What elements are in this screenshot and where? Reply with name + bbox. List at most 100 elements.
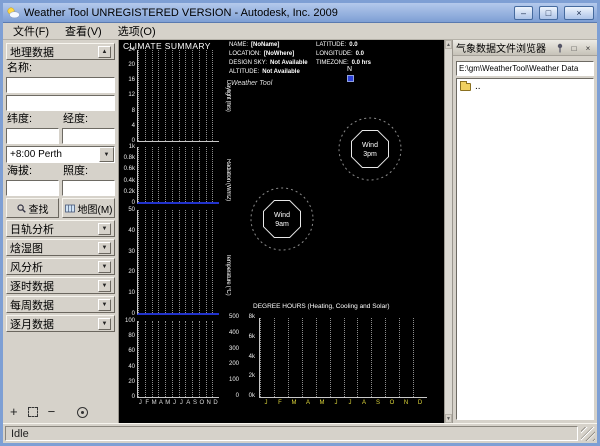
scroll-down-icon[interactable]: ▼ (445, 414, 452, 423)
month-label: S (192, 400, 199, 406)
menu-item[interactable]: 查看(V) (57, 22, 110, 40)
name-input-secondary[interactable] (6, 95, 115, 111)
timezone-value: +8:00 Perth (10, 149, 99, 160)
tick-label: 20 (128, 269, 135, 276)
climate-summary-canvas[interactable]: CLIMATE SUMMARY NAME:[NoName] LOCATION:[… (119, 40, 444, 423)
tick-label: 80 (128, 333, 135, 340)
degree-hours-inner-ticks: 8k6k4k2k0k (241, 314, 255, 400)
tick-label: 0.2k (124, 189, 135, 196)
folder-icon (460, 83, 471, 91)
month-label: J (329, 400, 343, 406)
longitude-input[interactable] (62, 128, 115, 144)
latitude-input[interactable] (6, 128, 59, 144)
coordinates-info: LATITUDE:0.0 LONGITUDE:0.0 TIMEZONE:0.0 … (316, 42, 371, 69)
close-icon[interactable]: × (582, 42, 594, 54)
temperature-axis-title: Temperature (°C) (220, 228, 231, 322)
sidebar-section[interactable]: 逐时数据 ▼ (6, 277, 115, 294)
tick-label: 300 (229, 346, 239, 353)
map-button-label: 地图(M) (78, 201, 113, 216)
sidebar-section[interactable]: 风分析 ▼ (6, 258, 115, 275)
zoom-out-button[interactable]: − (48, 406, 56, 418)
sidebar-section[interactable]: 每周数据 ▼ (6, 296, 115, 313)
tick-label: 4 (132, 123, 135, 130)
temperature-ticks: 50403020100 (119, 207, 135, 318)
daylight-chart (137, 50, 219, 142)
month-label: J (259, 400, 273, 406)
tick-label: 10 (128, 290, 135, 297)
illuminance-input[interactable] (62, 180, 115, 196)
status-bar: Idle (3, 423, 597, 443)
tick-label: 0 (132, 311, 135, 318)
info-row: TIMEZONE:0.0 hrs (316, 60, 371, 69)
wind-octagon (264, 201, 301, 238)
tick-label: 40 (128, 228, 135, 235)
wind-label: Wind (274, 212, 290, 219)
month-label: J (178, 400, 185, 406)
chevron-down-icon[interactable]: ▼ (98, 242, 111, 254)
menu-item[interactable]: 文件(F) (5, 22, 57, 40)
tick-label: 1k (129, 144, 135, 151)
wind-3pm-marker: Wind 3pm (335, 114, 405, 184)
chevron-down-icon[interactable]: ▼ (98, 261, 111, 273)
tick-label: 0k (249, 393, 255, 400)
tick-label: 500 (229, 314, 239, 321)
sidebar-section[interactable]: 焓湿图 ▼ (6, 239, 115, 256)
degree-hours-outer-ticks: 5004003002001000 (223, 314, 239, 400)
section-label: 日轨分析 (10, 221, 98, 237)
maximize-button[interactable]: □ (539, 6, 558, 20)
chevron-up-icon[interactable]: ▲ (98, 46, 111, 58)
section-label: 逐时数据 (10, 278, 98, 294)
sidebar-section[interactable]: 逐月数据 ▼ (6, 315, 115, 332)
find-button-label: 查找 (29, 201, 49, 216)
path-input[interactable] (456, 61, 594, 76)
view-tools: + − (6, 404, 115, 420)
zoom-window-button[interactable] (28, 407, 38, 417)
info-row: NAME:[NoName] (229, 42, 308, 51)
month-label: M (287, 400, 301, 406)
minimize-button[interactable]: – (514, 6, 533, 20)
sidebar-section[interactable]: 日轨分析 ▼ (6, 220, 115, 237)
chevron-down-icon[interactable]: ▼ (98, 318, 111, 330)
tick-label: 24 (128, 47, 135, 54)
find-button[interactable]: 查找 (6, 198, 59, 218)
timezone-select[interactable]: +8:00 Perth ▼ (6, 146, 115, 163)
zoom-in-button[interactable]: + (10, 406, 18, 418)
humidity-chart (137, 321, 219, 398)
file-item[interactable]: .. (458, 80, 592, 93)
restore-icon[interactable]: □ (568, 42, 580, 54)
illuminance-label: 照度: (62, 165, 115, 178)
resize-grip[interactable] (581, 427, 595, 441)
title-bar[interactable]: Weather Tool UNREGISTERED VERSION - Auto… (3, 3, 597, 23)
scrollbar-track[interactable] (445, 49, 452, 414)
pin-icon[interactable] (554, 42, 566, 54)
chevron-down-icon[interactable]: ▼ (98, 299, 111, 311)
geo-data-header[interactable]: 地理数据 ▲ (6, 43, 115, 60)
scroll-up-icon[interactable]: ▲ (445, 40, 452, 49)
vertical-scrollbar[interactable]: ▲ ▼ (444, 40, 452, 423)
chevron-down-icon[interactable]: ▼ (98, 280, 111, 292)
month-label: A (357, 400, 371, 406)
month-label: J (343, 400, 357, 406)
altitude-input[interactable] (6, 180, 59, 196)
file-list[interactable]: .. (456, 78, 594, 420)
tick-label: 2k (249, 373, 255, 380)
chevron-down-icon[interactable]: ▼ (98, 223, 111, 235)
tick-label: 100 (229, 377, 239, 384)
month-label: M (315, 400, 329, 406)
dock-title-bar[interactable]: 气象数据文件浏览器 □ × (453, 40, 597, 56)
tick-label: 0 (132, 200, 135, 207)
month-label: A (301, 400, 315, 406)
info-row: DESIGN SKY:Not Available (229, 60, 308, 69)
wind-9am-marker: Wind 9am (247, 184, 317, 254)
window-title: Weather Tool UNREGISTERED VERSION - Auto… (24, 7, 508, 19)
north-indicator: N (347, 66, 354, 82)
radiation-ticks: 1k0.8k0.6k0.4k0.2k0 (119, 144, 135, 207)
name-input[interactable] (6, 77, 115, 93)
orbit-button[interactable] (77, 407, 88, 418)
close-button[interactable]: × (564, 6, 594, 20)
location-info: NAME:[NoName] LOCATION:[NoWhere] DESIGN … (229, 42, 308, 78)
map-button[interactable]: 地图(M) (62, 198, 115, 218)
chevron-down-icon[interactable]: ▼ (99, 147, 114, 162)
menu-item[interactable]: 选项(O) (110, 22, 164, 40)
status-cell: Idle (5, 426, 578, 441)
